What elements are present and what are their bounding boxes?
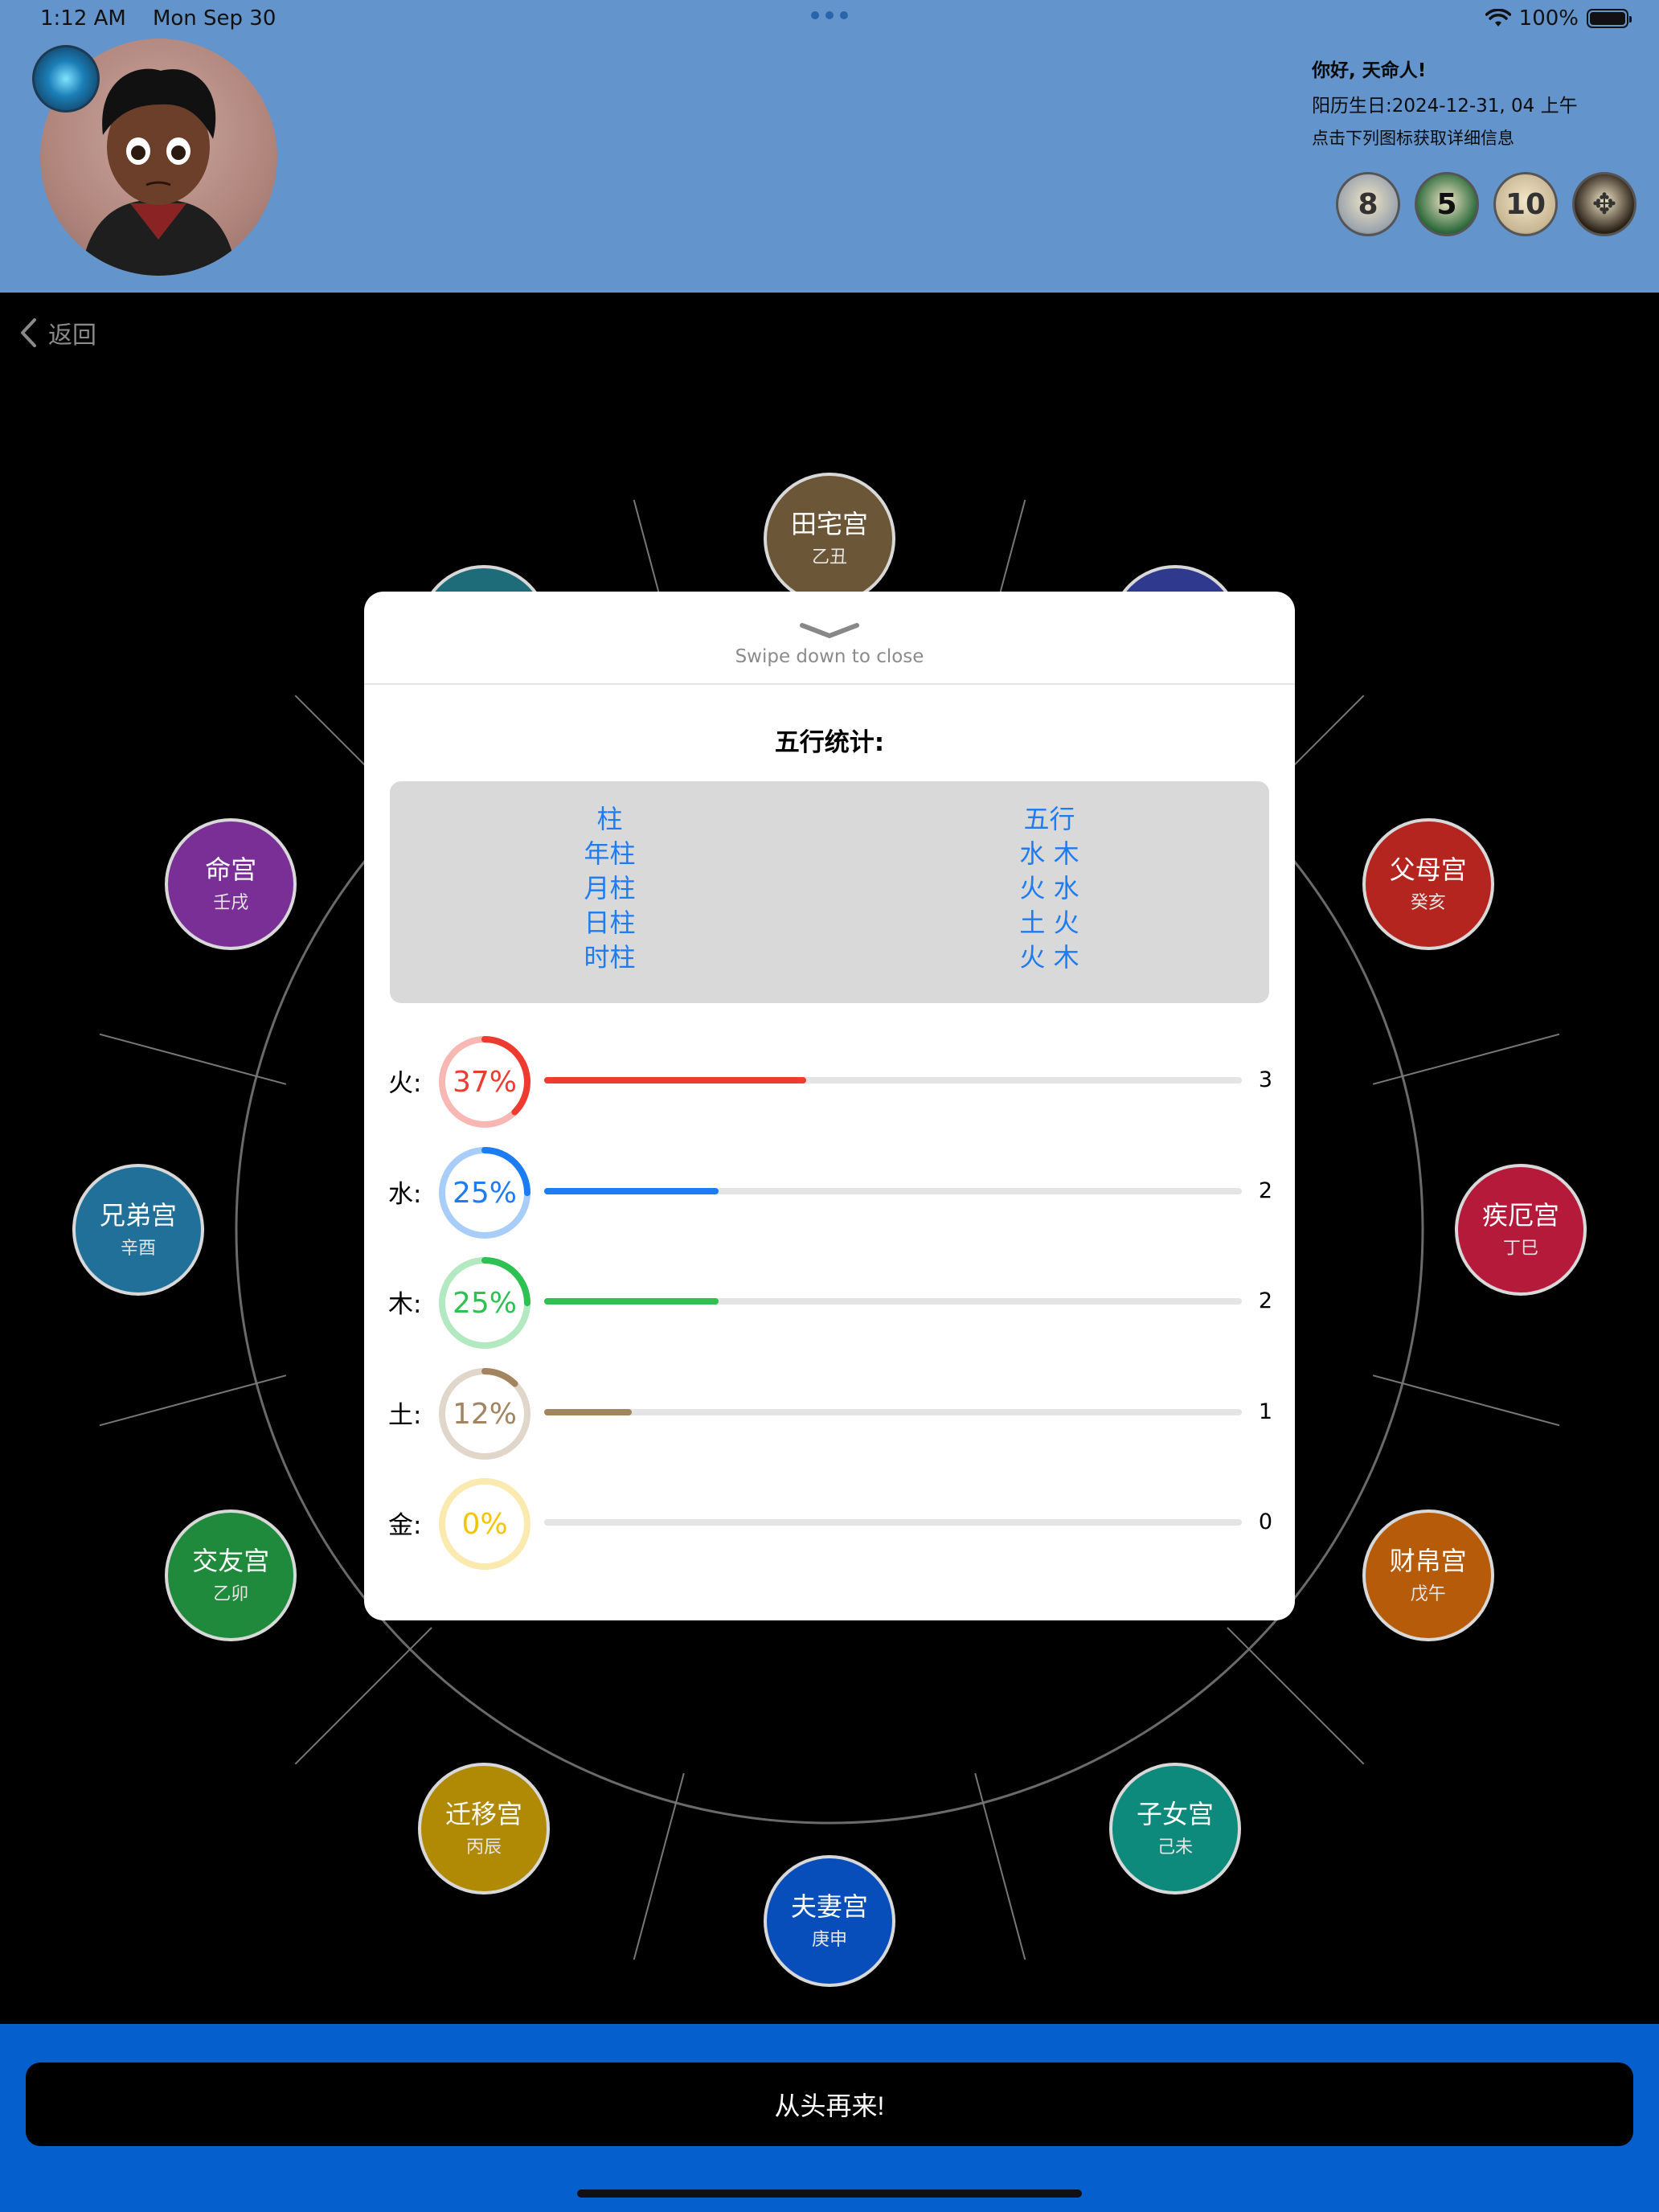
table-cell: 月柱 (584, 873, 636, 903)
palace-name: 迁移宫 (444, 1798, 522, 1829)
palace-name: 财帛宫 (1389, 1545, 1467, 1576)
palace-circle[interactable]: 命宫 壬戌 (165, 818, 297, 950)
element-row: 木: 25% 2 (388, 1251, 1272, 1349)
palace-stem: 庚申 (811, 1930, 847, 1951)
progress-bar (544, 1188, 1242, 1194)
palace-stem: 己未 (1157, 1837, 1193, 1858)
palace-circle[interactable]: 疾厄宫 丁巳 (1455, 1164, 1587, 1296)
palace-circle[interactable]: 夫妻宫 庚申 (764, 1855, 895, 1987)
palace-stem: 丙辰 (465, 1837, 502, 1858)
palace-circle[interactable]: 迁移宫 丙辰 (418, 1762, 550, 1895)
element-count: 3 (1258, 1067, 1272, 1092)
palace-name: 疾厄宫 (1481, 1199, 1559, 1231)
wheel-divider (1227, 1627, 1365, 1765)
palace-stem: 丁巳 (1502, 1239, 1538, 1260)
element-count: 1 (1258, 1399, 1272, 1424)
table-cell: 年柱 (584, 838, 636, 869)
element-label: 水: (388, 1180, 422, 1209)
sheet-divider (364, 683, 1295, 685)
wheel-divider (99, 1374, 287, 1427)
palace-stem: 辛酉 (120, 1239, 156, 1260)
palace-name: 命宫 (205, 854, 257, 885)
table-header-element: 五行 (1023, 804, 1075, 834)
progress-bar (544, 1519, 1242, 1526)
element-label: 火: (388, 1069, 422, 1098)
table-cell: 火 木 (1019, 942, 1079, 973)
progress-fill (544, 1409, 632, 1415)
restart-button[interactable]: 从头再来! (26, 2062, 1633, 2146)
percent-text: 37% (452, 1065, 517, 1099)
percent-text: 25% (452, 1286, 517, 1320)
element-count: 2 (1258, 1288, 1272, 1313)
element-label: 金: (388, 1511, 422, 1540)
swipe-hint: Swipe down to close (735, 646, 924, 667)
sheet-title: 五行统计: (774, 728, 885, 757)
palace-name: 父母宫 (1389, 854, 1467, 885)
progress-fill (544, 1077, 806, 1083)
table-cell: 水 木 (1019, 838, 1079, 869)
element-count: 0 (1258, 1509, 1272, 1534)
table-cell: 时柱 (584, 942, 636, 973)
percent-text: 25% (452, 1176, 517, 1210)
palace-name: 夫妻宫 (790, 1890, 868, 1922)
progress-bar (544, 1298, 1242, 1305)
wheel-divider (974, 1772, 1026, 1960)
pillar-element-table: 柱 年柱 月柱 日柱 时柱 五行 水 木 火 水 土 火 火 木 (390, 781, 1269, 1003)
progress-fill (544, 1188, 719, 1194)
palace-circle[interactable]: 子女宫 己未 (1109, 1762, 1241, 1895)
palace-circle[interactable]: 交友宫 乙卯 (165, 1509, 297, 1641)
element-row: 水: 25% 2 (388, 1141, 1272, 1239)
wheel-divider (99, 1033, 287, 1085)
palace-name: 子女宫 (1136, 1798, 1214, 1829)
table-header-pillar: 柱 (596, 804, 623, 834)
sheet-grabber[interactable] (364, 622, 1295, 640)
palace-stem: 壬戌 (213, 893, 249, 914)
element-column: 五行 水 木 火 水 土 火 火 木 (830, 781, 1269, 1003)
element-row: 火: 37% 3 (388, 1030, 1272, 1128)
wheel-divider (1372, 1374, 1560, 1427)
palace-stem: 戊午 (1410, 1584, 1446, 1605)
element-count: 2 (1258, 1178, 1272, 1203)
palace-circle[interactable]: 兄弟宫 辛酉 (72, 1164, 204, 1296)
table-cell: 土 火 (1019, 907, 1079, 938)
wheel-divider (294, 1627, 432, 1765)
percent-text: 0% (461, 1507, 508, 1541)
wheel-divider (1372, 1033, 1560, 1085)
progress-fill (544, 1298, 719, 1305)
table-cell: 日柱 (584, 907, 636, 938)
five-elements-sheet: Swipe down to close 五行统计: 柱 年柱 月柱 日柱 时柱 … (364, 592, 1295, 1620)
table-cell: 火 水 (1019, 873, 1079, 903)
wheel-divider (633, 1772, 685, 1960)
palace-name: 田宅宫 (790, 508, 868, 539)
progress-bar (544, 1077, 1242, 1083)
palace-stem: 癸亥 (1410, 893, 1446, 914)
palace-stem: 乙卯 (213, 1584, 249, 1605)
percent-text: 12% (452, 1397, 517, 1431)
element-label: 木: (388, 1290, 422, 1319)
palace-circle[interactable]: 田宅宫 乙丑 (764, 473, 895, 604)
home-indicator (577, 2189, 1082, 2198)
element-row: 金: 0% 0 (388, 1473, 1272, 1570)
chevron-down-icon (800, 623, 859, 638)
pillar-column: 柱 年柱 月柱 日柱 时柱 (390, 781, 830, 1003)
palace-name: 交友宫 (192, 1545, 270, 1576)
palace-circle[interactable]: 财帛宫 戊午 (1362, 1509, 1494, 1641)
palace-name: 兄弟宫 (99, 1199, 177, 1231)
palace-stem: 乙丑 (811, 547, 847, 568)
element-row: 土: 12% 1 (388, 1362, 1272, 1460)
progress-bar (544, 1409, 1242, 1415)
palace-circle[interactable]: 父母宫 癸亥 (1362, 818, 1494, 950)
element-label: 土: (388, 1401, 422, 1430)
